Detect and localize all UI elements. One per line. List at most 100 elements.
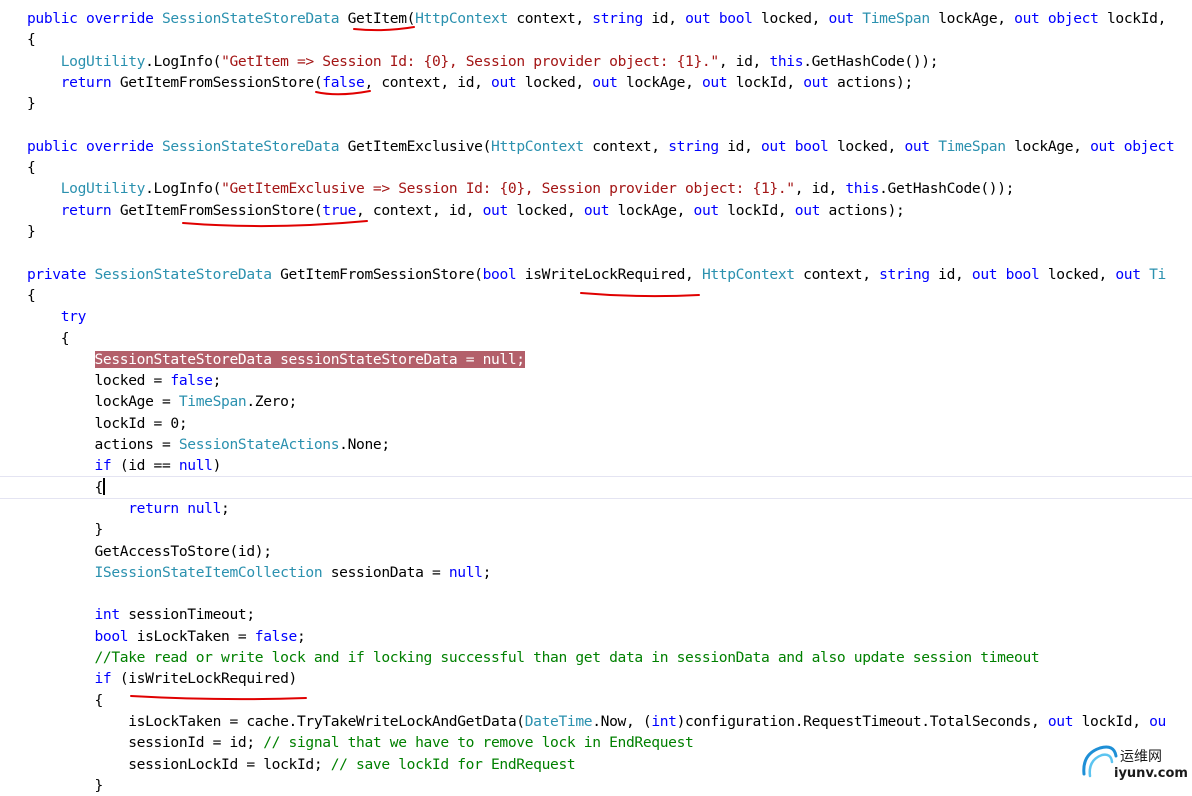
code-line[interactable]: if (isWriteLockRequired) bbox=[27, 668, 298, 689]
code-token: actions = bbox=[27, 436, 179, 453]
code-token: SessionStateStoreData bbox=[161, 10, 348, 27]
code-token: out bool bbox=[761, 138, 837, 155]
code-token: out bbox=[693, 202, 728, 219]
code-line[interactable]: sessionId = id; // signal that we have t… bbox=[27, 732, 694, 753]
code-line[interactable]: public override SessionStateStoreData Ge… bbox=[27, 8, 1174, 29]
code-line[interactable]: { bbox=[27, 29, 36, 50]
code-line[interactable]: private SessionStateStoreData GetItemFro… bbox=[27, 264, 1166, 285]
watermark-domain: iyunv.com bbox=[1114, 766, 1188, 781]
code-token: .LogInfo( bbox=[145, 53, 222, 70]
code-token: public override bbox=[27, 10, 162, 27]
code-token: lockId = 0; bbox=[27, 415, 188, 432]
code-line[interactable]: isLockTaken = cache.TryTakeWriteLockAndG… bbox=[27, 711, 1166, 732]
code-token: LogUtility bbox=[60, 180, 146, 197]
code-token: DateTime bbox=[524, 713, 593, 730]
code-line[interactable]: LogUtility.LogInfo("GetItemExclusive => … bbox=[27, 178, 1015, 199]
code-token: // save lockId for EndRequest bbox=[330, 756, 576, 773]
code-token: lockId, bbox=[735, 74, 804, 91]
code-token: GetItemExclusive( bbox=[347, 138, 492, 155]
code-token: locked, bbox=[516, 202, 584, 219]
code-token: out object bbox=[1090, 138, 1183, 155]
code-token: if bbox=[94, 457, 120, 474]
code-token: "GetItem => Session Id: {0}, Session pro… bbox=[221, 53, 719, 70]
code-line[interactable]: } bbox=[27, 93, 36, 114]
code-token: TimeSpan bbox=[938, 138, 1015, 155]
code-line[interactable]: try bbox=[27, 306, 87, 327]
code-line[interactable]: return GetItemFromSessionStore(false, co… bbox=[27, 72, 913, 93]
code-token: ; bbox=[221, 500, 230, 517]
code-line[interactable]: } bbox=[27, 775, 103, 796]
code-token: out bbox=[904, 138, 939, 155]
code-token: ou bbox=[1149, 713, 1166, 730]
code-token: locked, bbox=[761, 10, 829, 27]
code-line[interactable]: actions = SessionStateActions.None; bbox=[27, 434, 390, 455]
code-line[interactable]: SessionStateStoreData sessionStateStoreD… bbox=[27, 349, 525, 370]
code-token: context, bbox=[516, 10, 593, 27]
code-token: SessionStateStoreData bbox=[94, 266, 281, 283]
code-token: false bbox=[254, 628, 298, 645]
code-token: try bbox=[60, 308, 87, 325]
code-line[interactable]: sessionLockId = lockId; // save lockId f… bbox=[27, 754, 575, 775]
code-token: out bool bbox=[685, 10, 762, 27]
code-token: out bool bbox=[971, 266, 1048, 283]
watermark-brand: 运维网 bbox=[1120, 749, 1162, 765]
code-token: } bbox=[27, 95, 36, 112]
code-token: int bbox=[94, 606, 129, 623]
code-editor[interactable]: public override SessionStateStoreData Ge… bbox=[0, 0, 1192, 794]
code-token: HttpContext bbox=[415, 10, 517, 27]
code-token: id, bbox=[938, 266, 972, 283]
code-token: out bbox=[1115, 266, 1150, 283]
code-line[interactable]: return null; bbox=[27, 498, 230, 519]
code-token: ISessionStateItemCollection bbox=[94, 564, 331, 581]
code-token: bool bbox=[482, 266, 525, 283]
code-token: out bbox=[828, 10, 863, 27]
code-line[interactable]: locked = false; bbox=[27, 370, 221, 391]
code-line[interactable]: if (id == null) bbox=[27, 455, 222, 476]
code-token: LogUtility bbox=[60, 53, 146, 70]
code-line[interactable]: LogUtility.LogInfo("GetItem => Session I… bbox=[27, 51, 939, 72]
code-token: out bbox=[491, 74, 525, 91]
code-token: GetItemFromSessionStore( bbox=[119, 202, 323, 219]
code-line[interactable]: public override SessionStateStoreData Ge… bbox=[27, 136, 1183, 157]
code-token: , id, bbox=[718, 53, 770, 70]
site-watermark-logo: 运维网 iyunv.com bbox=[1078, 742, 1188, 784]
code-token: locked, bbox=[1047, 266, 1116, 283]
code-token: out bbox=[482, 202, 517, 219]
code-token: { bbox=[27, 479, 103, 496]
code-line[interactable]: //Take read or write lock and if locking… bbox=[27, 647, 1040, 668]
code-token: lockAge, bbox=[938, 10, 1015, 27]
code-token: false bbox=[170, 372, 213, 389]
code-token: null bbox=[178, 457, 213, 474]
code-token: lockAge, bbox=[617, 202, 694, 219]
code-line[interactable]: } bbox=[27, 221, 36, 242]
code-line[interactable]: lockAge = TimeSpan.Zero; bbox=[27, 391, 297, 412]
code-token: lockId, bbox=[1106, 10, 1175, 27]
code-token: // signal that we have to remove lock in… bbox=[263, 734, 694, 751]
code-line[interactable]: { bbox=[27, 328, 70, 349]
code-line[interactable]: { bbox=[27, 157, 36, 178]
code-line[interactable]: } bbox=[27, 519, 103, 540]
code-line[interactable]: { bbox=[27, 477, 103, 498]
code-token: .GetHashCode()); bbox=[803, 53, 939, 70]
code-token: if bbox=[94, 670, 120, 687]
code-token: lockAge = bbox=[27, 393, 179, 410]
code-line[interactable]: GetAccessToStore(id); bbox=[27, 541, 272, 562]
code-line[interactable]: lockId = 0; bbox=[27, 413, 187, 434]
code-line[interactable]: return GetItemFromSessionStore(true, con… bbox=[27, 200, 905, 221]
code-line[interactable]: bool isLockTaken = false; bbox=[27, 626, 306, 647]
code-token: int bbox=[651, 713, 677, 730]
code-token: (id == bbox=[119, 457, 179, 474]
code-token: lockId, bbox=[1081, 713, 1150, 730]
code-line[interactable]: ISessionStateItemCollection sessionData … bbox=[27, 562, 492, 583]
code-token: GetItem( bbox=[347, 10, 416, 27]
code-line[interactable]: { bbox=[27, 285, 36, 306]
current-line-highlight bbox=[0, 476, 1192, 499]
code-line[interactable]: int sessionTimeout; bbox=[27, 604, 256, 625]
code-line[interactable]: { bbox=[27, 690, 103, 711]
